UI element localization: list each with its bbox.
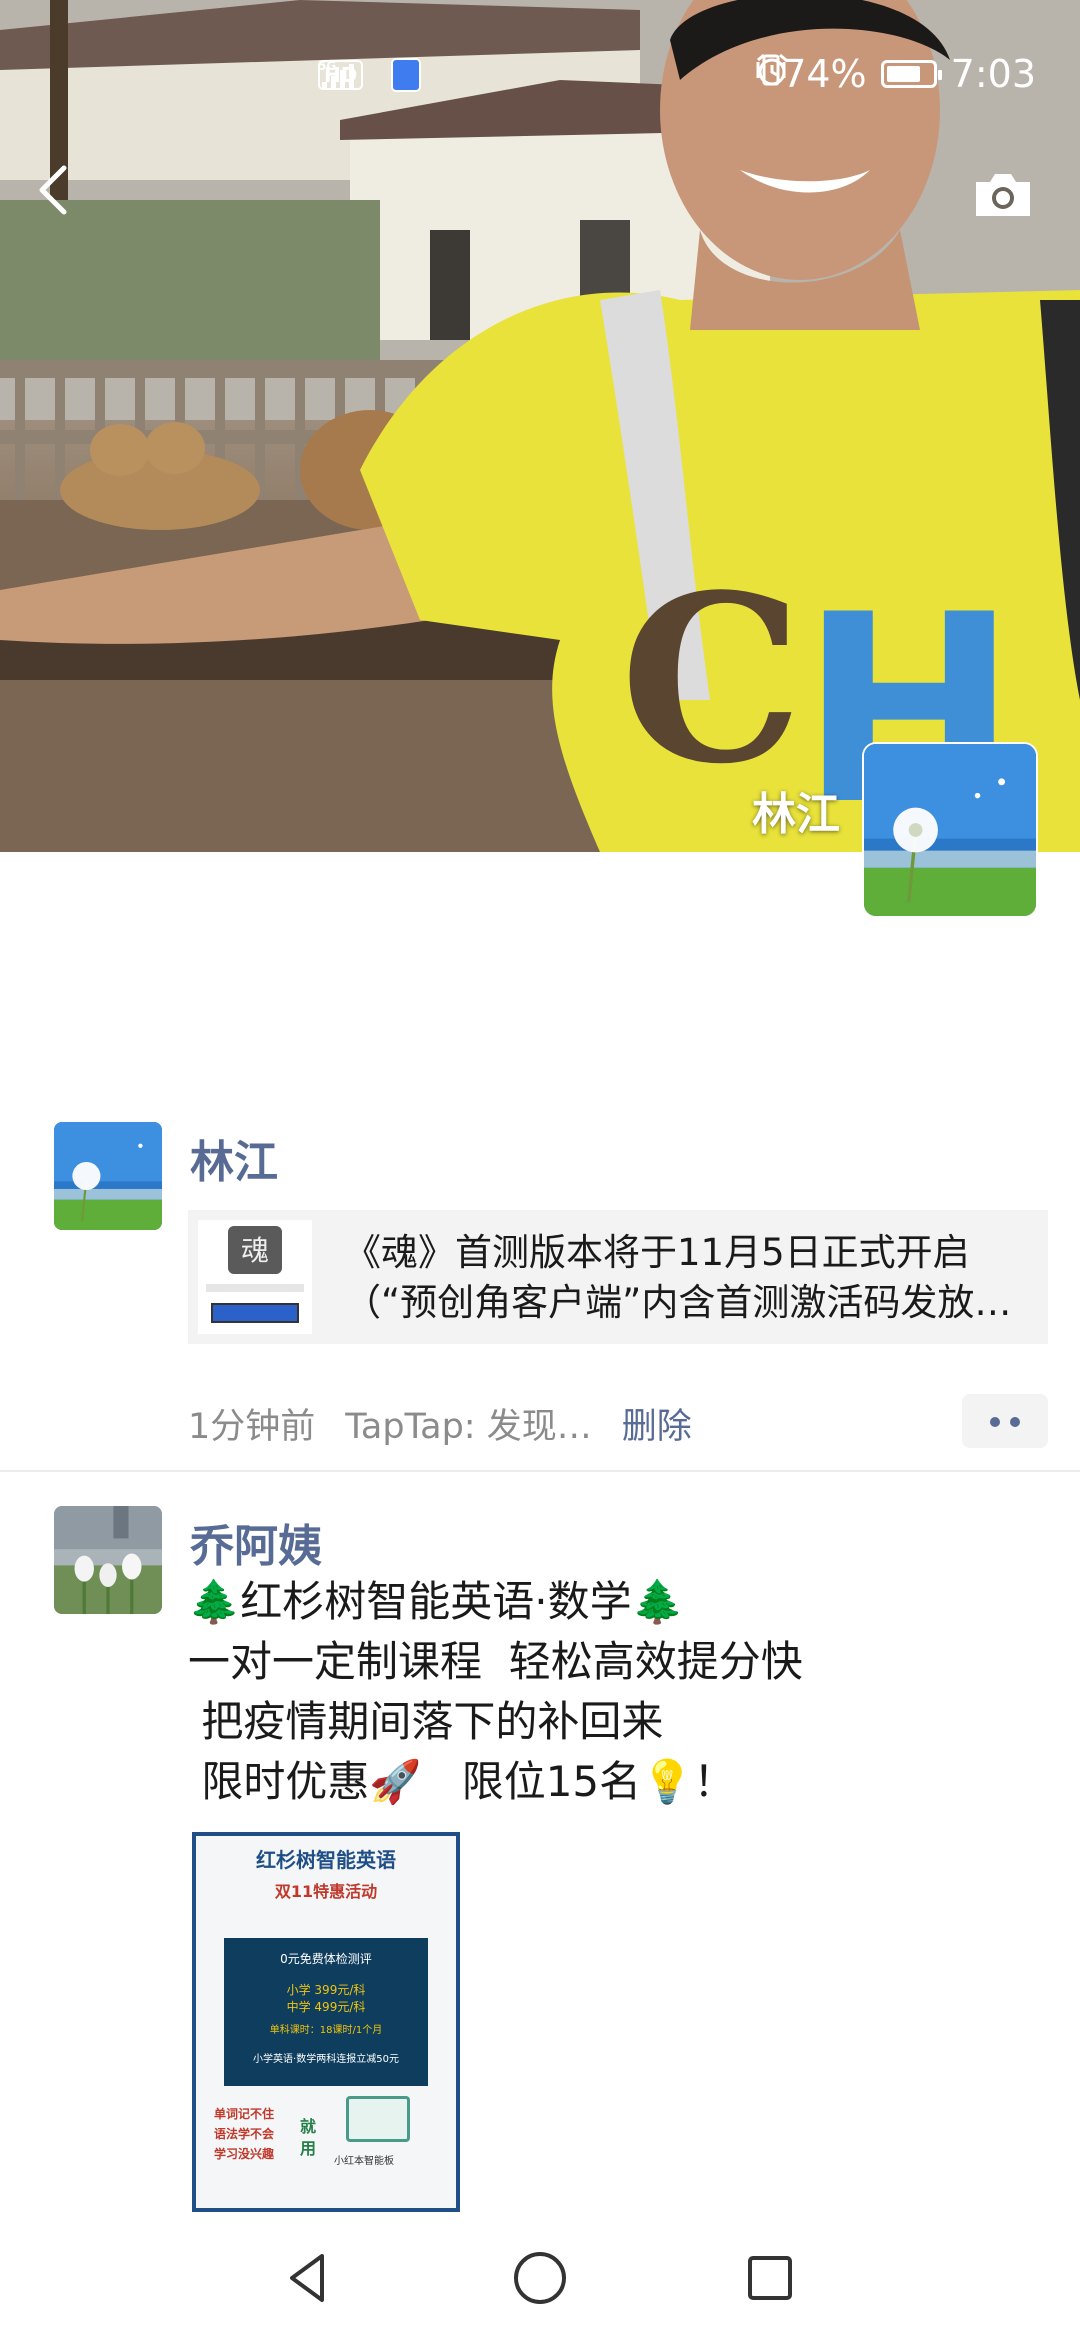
status-bar: HD 5G 74% 7:03	[0, 0, 1080, 160]
poster-free: 0元免费体检测评	[280, 1952, 372, 1966]
dandelion-avatar-image	[864, 744, 1036, 916]
tulips-avatar-image	[54, 1506, 162, 1614]
poster-price-panel: 0元免费体检测评 小学 399元/科 中学 499元/科 单科课时：18课时/1…	[224, 1938, 428, 2086]
status-bar-right: 74% 7:03	[754, 52, 1036, 96]
cover-photo[interactable]: C H HD 5G 74% 7:03 林江	[0, 0, 1080, 852]
poster-primary: 小学 399元/科	[286, 1983, 366, 1997]
link-title-line: 《魂》首测版本将于11月5日正式开启	[344, 1231, 970, 1274]
svg-text:C: C	[620, 545, 803, 815]
poster-title: 红杉树智能英语	[256, 1848, 396, 1872]
post-divider	[0, 1470, 1080, 1472]
svg-text:魂: 魂	[241, 1234, 269, 1267]
link-title: 《魂》首测版本将于11月5日正式开启 （“预创角客户端”内含首测激活码发放…	[344, 1228, 1034, 1328]
shared-link-card[interactable]: 魂 《魂》首测版本将于11月5日正式开启 （“预创角客户端”内含首测激活码发放…	[188, 1210, 1048, 1344]
post-time: 1分钟前	[188, 1407, 316, 1447]
post-avatar[interactable]	[54, 1506, 162, 1614]
post-avatar[interactable]	[54, 1122, 162, 1230]
post-text: 🌲红杉树智能英语·数学🌲 一对一定制课程 轻松高效提分快 把疫情期间落下的补回来…	[188, 1577, 803, 1806]
poster-hours: 单科课时：18课时/1个月	[269, 2025, 383, 2036]
svg-text:5G: 5G	[318, 59, 336, 73]
square-recent-icon	[748, 2256, 792, 2300]
system-nav-bar	[0, 2216, 1080, 2340]
camera-icon	[976, 174, 1030, 216]
link-thumbnail: 魂	[198, 1220, 312, 1334]
post-meta: 1分钟前 TapTap: 发现… 删除	[188, 1398, 692, 1449]
poster-use: 就 用	[300, 2117, 317, 2158]
post-source[interactable]: TapTap: 发现…	[345, 1398, 591, 1449]
battery-fill	[886, 66, 920, 82]
dandelion-avatar-image	[54, 1122, 162, 1230]
app-notification-icon	[391, 58, 422, 92]
post-author[interactable]: 林江	[190, 1126, 278, 1190]
cover-user-name: 林江	[752, 789, 840, 840]
battery-percent: 74%	[782, 52, 867, 96]
post-author[interactable]: 乔阿姨	[190, 1510, 322, 1574]
more-actions-button[interactable]	[962, 1394, 1048, 1448]
triangle-back-icon	[290, 2254, 324, 2302]
profile-avatar[interactable]	[864, 744, 1036, 916]
circle-home-icon	[514, 2252, 566, 2304]
camera-button[interactable]	[970, 168, 1036, 222]
link-title-line: （“预创角客户端”内含首测激活码发放…	[344, 1281, 1012, 1324]
nav-back-button[interactable]	[276, 2246, 340, 2310]
poster-side-text: 单词记不住 语法学不会 学习没兴趣	[214, 2107, 275, 2161]
nav-recent-button[interactable]	[738, 2246, 802, 2310]
poster-combo: 小学英语·数学两科连报立减50元	[253, 2054, 399, 2065]
poster-device: 小红本智能板	[334, 2156, 394, 2167]
poster-middle: 中学 499元/科	[286, 2000, 366, 2014]
battery-icon	[880, 60, 942, 88]
back-button[interactable]	[30, 160, 74, 220]
delete-link[interactable]: 删除	[622, 1398, 692, 1449]
status-bar-left: HD 5G	[318, 58, 422, 92]
clock: 7:03	[950, 52, 1036, 96]
poster-subtitle: 双11特惠活动	[274, 1882, 378, 1901]
nav-home-button[interactable]	[508, 2246, 572, 2310]
chevron-left-icon	[39, 165, 67, 215]
tablet-icon	[346, 2096, 410, 2142]
post-image[interactable]: 红杉树智能英语 双11特惠活动 0元免费体检测评 小学 399元/科 中学 49…	[192, 1832, 460, 2212]
